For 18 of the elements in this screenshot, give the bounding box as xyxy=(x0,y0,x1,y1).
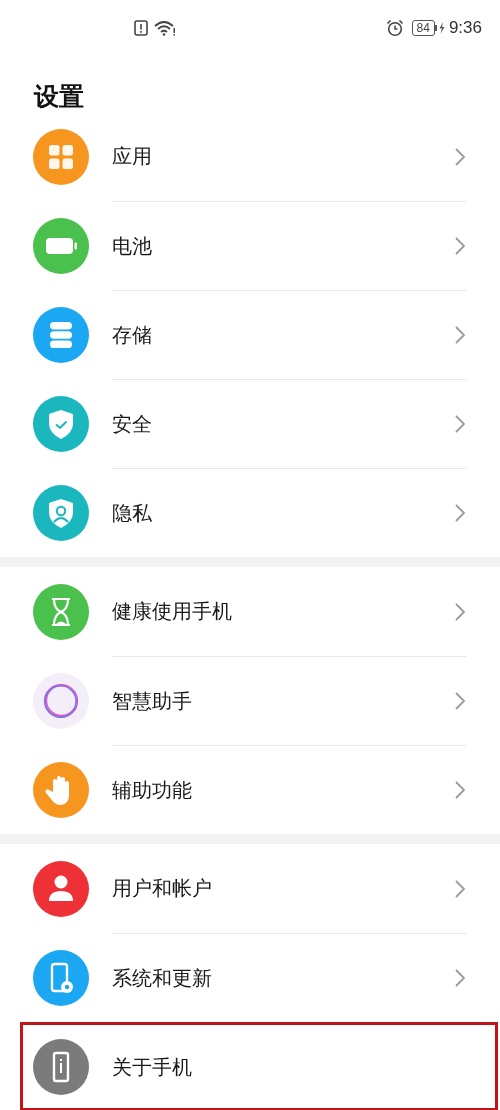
item-label[interactable]: 用户和帐户 xyxy=(112,875,454,902)
alarm-icon xyxy=(385,19,404,37)
clock-time: 9:36 xyxy=(448,18,482,38)
item-label[interactable]: 安全 xyxy=(112,410,454,438)
item-label[interactable]: 应用 xyxy=(112,143,454,170)
item-label[interactable]: 存储 xyxy=(112,321,454,349)
battery-level: 84 xyxy=(411,20,435,36)
charging-icon xyxy=(434,21,445,35)
item-label[interactable]: 电池 xyxy=(112,232,454,260)
item-label[interactable]: 健康使用手机 xyxy=(112,598,454,625)
item-label[interactable]: 关于手机 xyxy=(112,1053,464,1081)
page-title: 设置 xyxy=(32,81,85,112)
sim-alert-icon xyxy=(134,20,148,36)
item-label[interactable]: 隐私 xyxy=(112,499,454,527)
item-label[interactable]: 系统和更新 xyxy=(112,964,454,992)
wifi-icon xyxy=(154,20,176,36)
item-label[interactable]: 智慧助手 xyxy=(112,687,454,715)
item-label[interactable]: 辅助功能 xyxy=(112,776,454,804)
